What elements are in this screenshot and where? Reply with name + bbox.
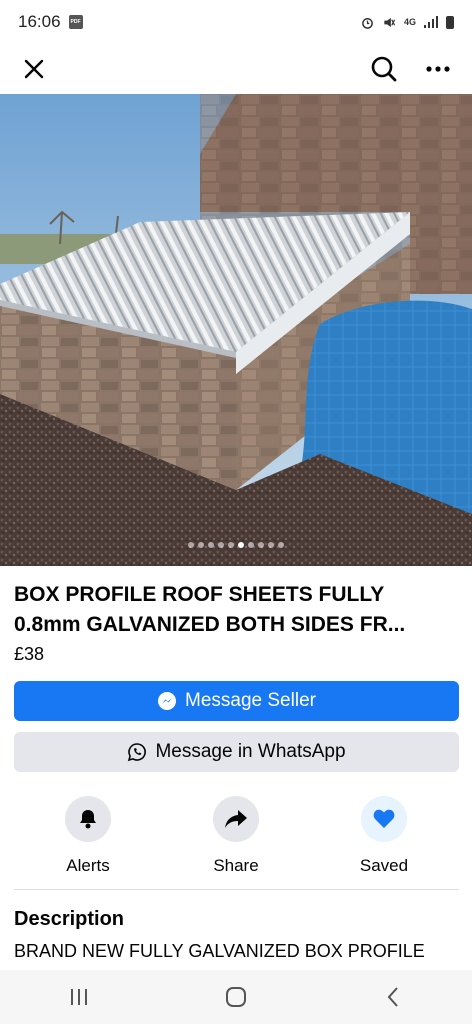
message-seller-button[interactable]: Message Seller bbox=[14, 681, 459, 721]
pdf-notification-icon: PDF bbox=[68, 15, 83, 29]
mute-icon bbox=[384, 17, 396, 27]
top-nav bbox=[0, 44, 472, 94]
description-fade bbox=[0, 958, 472, 970]
status-icons: 4G bbox=[361, 15, 454, 29]
photo-dot[interactable] bbox=[188, 542, 194, 548]
recent-apps-icon bbox=[70, 989, 87, 1005]
photo-dot[interactable] bbox=[208, 542, 214, 548]
share-button[interactable]: Share bbox=[176, 796, 296, 876]
photo-pagination bbox=[0, 542, 472, 548]
search-button[interactable] bbox=[366, 51, 402, 87]
message-whatsapp-label: Message in WhatsApp bbox=[155, 741, 346, 762]
divider bbox=[14, 889, 459, 890]
photo-dot[interactable] bbox=[228, 542, 234, 548]
bell-icon bbox=[80, 810, 96, 829]
heart-icon bbox=[373, 809, 395, 828]
photo-dot[interactable] bbox=[198, 542, 204, 548]
home-button[interactable] bbox=[206, 977, 266, 1017]
listing-price: £38 bbox=[14, 644, 45, 664]
close-button[interactable] bbox=[16, 51, 52, 87]
photo-dot[interactable] bbox=[218, 542, 224, 548]
saved-button[interactable]: Saved bbox=[324, 796, 444, 876]
messenger-icon bbox=[158, 692, 177, 710]
status-time: 16:06 bbox=[18, 12, 61, 31]
listing-photo-image bbox=[0, 94, 472, 566]
photo-dot[interactable] bbox=[268, 542, 274, 548]
photo-dot[interactable] bbox=[258, 542, 264, 548]
alerts-circle bbox=[65, 796, 111, 842]
listing-title-line-1: BOX PROFILE ROOF SHEETS FULLY bbox=[14, 583, 385, 606]
search-icon bbox=[371, 56, 397, 82]
description-heading: Description bbox=[14, 908, 125, 930]
listing-title: BOX PROFILE ROOF SHEETS FULLY 0.8mm GALV… bbox=[14, 580, 462, 640]
saved-label: Saved bbox=[359, 856, 409, 875]
message-whatsapp-button[interactable]: Message in WhatsApp bbox=[14, 732, 459, 772]
back-button[interactable] bbox=[363, 977, 423, 1017]
recent-apps-button[interactable] bbox=[49, 977, 109, 1017]
share-circle bbox=[213, 796, 259, 842]
photo-dot[interactable] bbox=[238, 542, 244, 548]
listing-actions: Alerts Share Saved bbox=[0, 796, 472, 876]
system-nav-bar bbox=[0, 970, 472, 1024]
home-icon bbox=[225, 987, 246, 1007]
network-label: 4G bbox=[403, 17, 416, 27]
signal-icon bbox=[424, 16, 438, 28]
close-icon bbox=[24, 59, 44, 79]
alerts-label: Alerts bbox=[66, 856, 110, 875]
alarm-icon bbox=[362, 17, 373, 29]
back-icon bbox=[387, 987, 399, 1007]
more-icon bbox=[426, 66, 450, 72]
message-seller-label: Message Seller bbox=[185, 690, 316, 711]
photo-dot[interactable] bbox=[278, 542, 284, 548]
listing-photo[interactable] bbox=[0, 94, 472, 566]
listing-title-line-2: 0.8mm GALVANIZED BOTH SIDES FR... bbox=[14, 613, 406, 636]
status-bar: 16:06 PDF 4G bbox=[0, 0, 472, 44]
saved-circle bbox=[361, 796, 407, 842]
share-arrow-icon bbox=[225, 810, 247, 828]
more-options-button[interactable] bbox=[420, 51, 456, 87]
whatsapp-icon bbox=[128, 743, 147, 762]
battery-icon bbox=[446, 15, 454, 29]
photo-dot[interactable] bbox=[248, 542, 254, 548]
alerts-button[interactable]: Alerts bbox=[28, 796, 148, 876]
share-label: Share bbox=[213, 856, 259, 875]
